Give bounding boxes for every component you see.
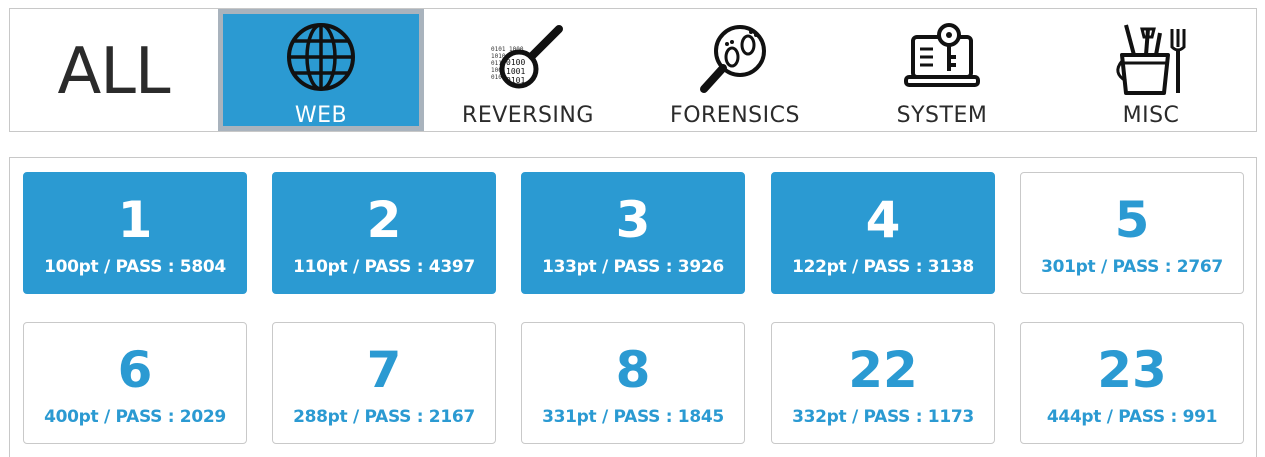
svg-text:0100: 0100 xyxy=(506,58,525,67)
challenge-card-3[interactable]: 3 133pt / PASS : 3926 xyxy=(521,172,745,294)
challenge-card-7[interactable]: 7 288pt / PASS : 2167 xyxy=(272,322,496,444)
challenge-info: 110pt / PASS : 4397 xyxy=(293,257,475,277)
challenge-info: 331pt / PASS : 1845 xyxy=(542,407,724,427)
challenge-number: 2 xyxy=(366,191,402,249)
category-misc-label: MISC xyxy=(1122,103,1180,128)
challenge-number: 23 xyxy=(1097,341,1167,399)
challenge-number: 5 xyxy=(1114,191,1150,249)
challenge-card-8[interactable]: 8 331pt / PASS : 1845 xyxy=(521,322,745,444)
challenge-info: 133pt / PASS : 3926 xyxy=(542,257,724,277)
challenge-info: 332pt / PASS : 1173 xyxy=(792,407,974,427)
category-misc[interactable]: MISC xyxy=(1046,9,1256,131)
challenge-card-2[interactable]: 2 110pt / PASS : 4397 xyxy=(272,172,496,294)
svg-text:1001: 1001 xyxy=(506,67,525,76)
challenge-card-6[interactable]: 6 400pt / PASS : 2029 xyxy=(23,322,247,444)
challenge-card-23[interactable]: 23 444pt / PASS : 991 xyxy=(1020,322,1244,444)
laptop-key-icon xyxy=(903,21,981,99)
challenge-info: 400pt / PASS : 2029 xyxy=(44,407,226,427)
challenge-card-5[interactable]: 5 301pt / PASS : 2767 xyxy=(1020,172,1244,294)
category-forensics-label: FORENSICS xyxy=(670,103,800,128)
category-reversing[interactable]: 0101 1000 1010 0110 0110 1001 1001 0101 … xyxy=(425,9,631,131)
challenge-number: 4 xyxy=(865,191,901,249)
challenge-grid: 1 100pt / PASS : 5804 2 110pt / PASS : 4… xyxy=(9,157,1257,457)
challenge-card-4[interactable]: 4 122pt / PASS : 3138 xyxy=(771,172,995,294)
category-all[interactable]: ALL xyxy=(10,9,217,131)
challenge-number: 6 xyxy=(117,341,153,399)
challenge-info: 301pt / PASS : 2767 xyxy=(1041,257,1223,277)
category-web[interactable]: WEB xyxy=(218,9,424,131)
challenge-number: 7 xyxy=(366,341,402,399)
category-reversing-label: REVERSING xyxy=(462,103,594,128)
footprint-magnifier-icon xyxy=(696,21,774,99)
challenge-number: 3 xyxy=(615,191,651,249)
challenge-info: 444pt / PASS : 991 xyxy=(1046,407,1218,427)
challenge-card-1[interactable]: 1 100pt / PASS : 5804 xyxy=(23,172,247,294)
category-web-label: WEB xyxy=(294,103,348,128)
category-bar: ALL WEB 0101 1000 1010 0110 0110 1001 10… xyxy=(9,8,1257,132)
category-all-label: ALL xyxy=(57,35,170,109)
category-system[interactable]: SYSTEM xyxy=(839,9,1045,131)
challenge-number: 1 xyxy=(117,191,153,249)
category-forensics[interactable]: FORENSICS xyxy=(632,9,838,131)
challenge-number: 8 xyxy=(615,341,651,399)
challenge-card-22[interactable]: 22 332pt / PASS : 1173 xyxy=(771,322,995,444)
challenge-info: 100pt / PASS : 5804 xyxy=(44,257,226,277)
challenge-number: 22 xyxy=(848,341,918,399)
challenge-info: 122pt / PASS : 3138 xyxy=(792,257,974,277)
svg-text:0101: 0101 xyxy=(506,76,525,85)
toolbox-bucket-icon xyxy=(1112,21,1190,99)
globe-icon xyxy=(282,21,360,99)
category-system-label: SYSTEM xyxy=(896,103,988,128)
binary-magnifier-icon: 0101 1000 1010 0110 0110 1001 1001 0101 … xyxy=(489,21,567,99)
challenge-info: 288pt / PASS : 2167 xyxy=(293,407,475,427)
